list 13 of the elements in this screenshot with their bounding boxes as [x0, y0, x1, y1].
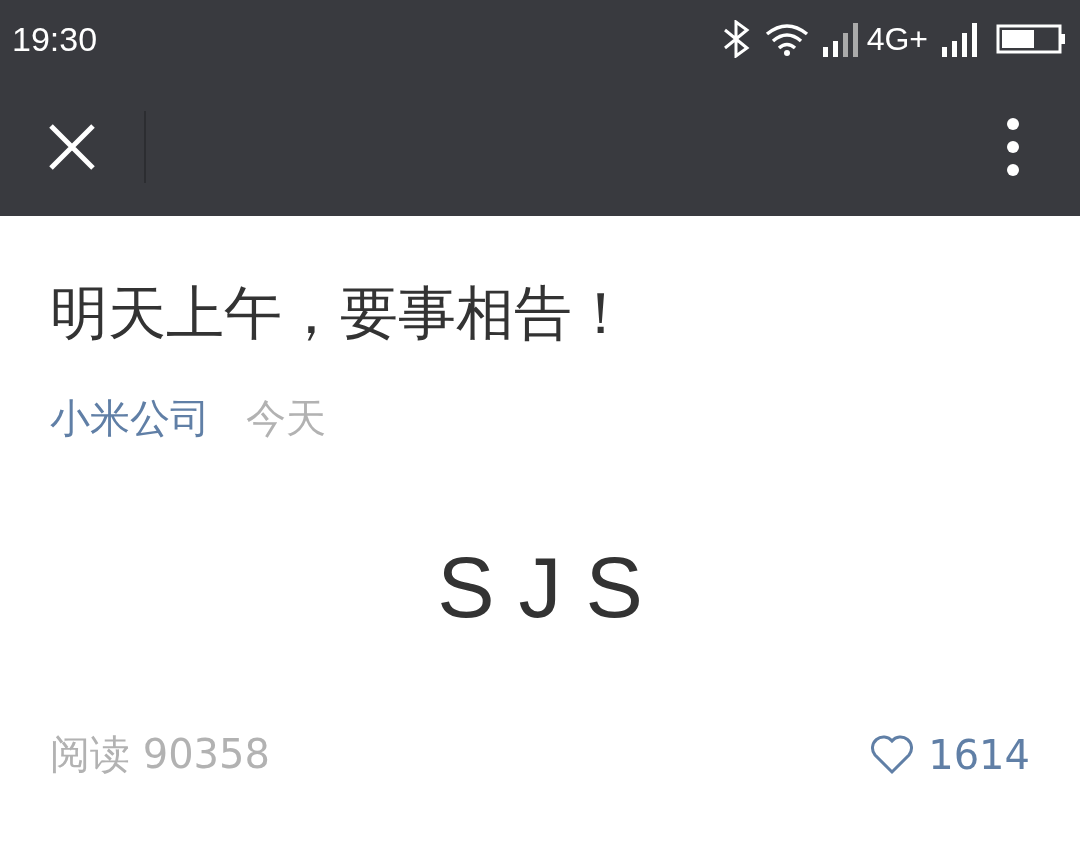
clock-time: 19:30: [12, 19, 98, 59]
author-link[interactable]: 小米公司: [50, 391, 210, 447]
network-type: 4G+: [866, 20, 928, 58]
article-title: 明天上午，要事相告！: [50, 278, 631, 349]
read-count: 阅读 90358: [50, 730, 270, 780]
battery-icon: [996, 24, 1066, 54]
heart-icon[interactable]: [870, 734, 915, 775]
close-icon[interactable]: [48, 123, 96, 171]
more-icon[interactable]: [1006, 117, 1020, 177]
publish-date: 今天: [246, 394, 326, 444]
like-count: 1614: [928, 731, 1030, 778]
article-body: S J S: [436, 538, 644, 638]
wifi-icon: [764, 22, 809, 56]
